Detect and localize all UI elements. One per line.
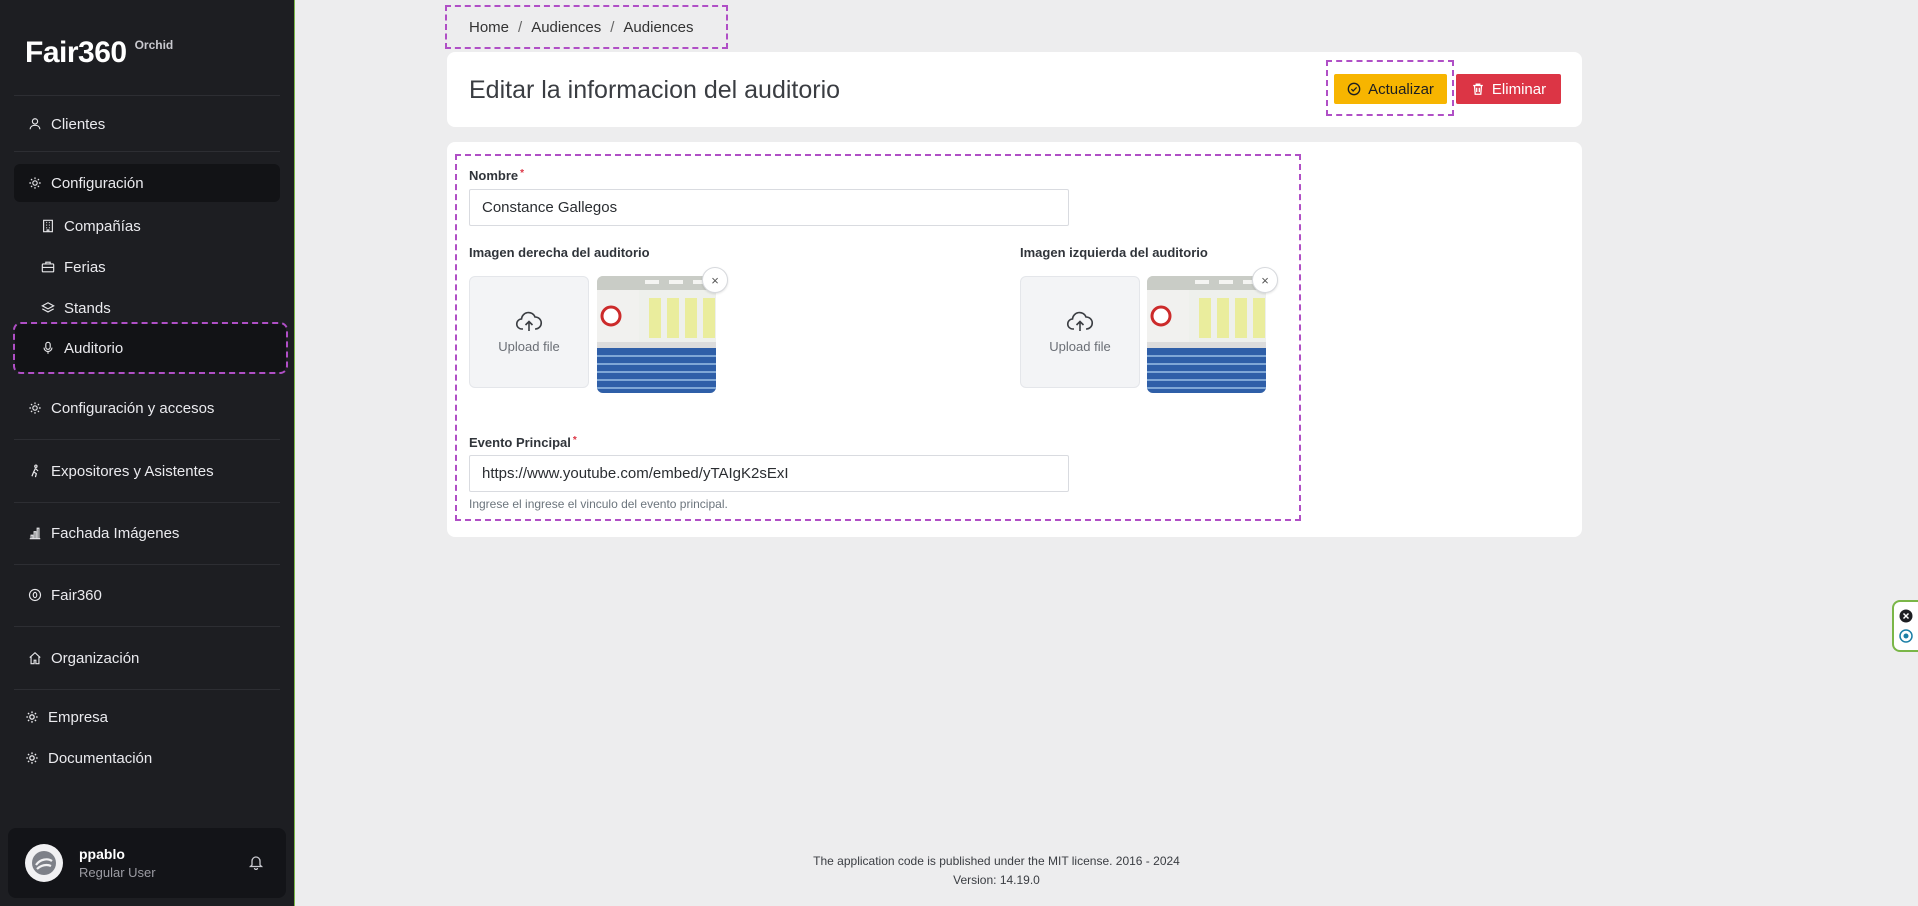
cloud-upload-icon: [515, 311, 543, 331]
breadcrumb-current: Audiences: [623, 18, 694, 36]
remove-right-image-button[interactable]: ×: [702, 267, 728, 293]
upload-right-button[interactable]: Upload file: [469, 276, 589, 388]
close-circle-icon[interactable]: [1899, 609, 1913, 623]
evento-input[interactable]: [469, 455, 1069, 492]
required-marker: *: [520, 168, 525, 179]
evento-label: Evento Principal *: [469, 435, 577, 450]
sidebar-item-configuracion[interactable]: Configuración: [14, 164, 280, 202]
sidebar-item-label: Fachada Imágenes: [51, 524, 180, 542]
img-right-label: Imagen derecha del auditorio: [469, 245, 650, 260]
sidebar-item-clientes[interactable]: Clientes: [14, 105, 280, 143]
page-header: Editar la informacion del auditorio Actu…: [447, 52, 1582, 127]
breadcrumb: Home / Audiences / Audiences: [445, 5, 728, 49]
auditorium-left-image: [1147, 276, 1266, 393]
brand-logo[interactable]: Fair360 Orchid: [25, 36, 173, 70]
sidebar-item-label: Stands: [64, 299, 111, 317]
sidebar-item-label: Organización: [51, 649, 140, 667]
gear-icon: [27, 175, 43, 191]
extension-widget[interactable]: [1892, 600, 1918, 652]
upload-label: Upload file: [498, 338, 560, 354]
briefcase-icon: [40, 259, 56, 275]
sidebar-item-label: Compañías: [64, 217, 141, 235]
upload-label: Upload file: [1049, 338, 1111, 354]
update-button-label: Actualizar: [1368, 80, 1434, 98]
sidebar-item-ferias[interactable]: Ferias: [24, 248, 280, 286]
extension-logo-icon[interactable]: [1899, 629, 1913, 644]
person-icon: [27, 116, 43, 132]
sidebar-item-auditorio[interactable]: Auditorio: [13, 322, 288, 374]
sidebar-item-configuracion-accesos[interactable]: Configuración y accesos: [14, 389, 280, 427]
sidebar-item-label: Documentación: [48, 749, 153, 767]
bell-icon[interactable]: [248, 854, 264, 875]
circle-zero-icon: [27, 587, 43, 603]
nombre-label-text: Nombre: [469, 168, 519, 183]
required-marker: *: [572, 435, 577, 446]
walking-icon: [27, 463, 43, 479]
img-left-label: Imagen izquierda del auditorio: [1020, 245, 1208, 260]
user-role: Regular User: [79, 865, 156, 880]
footer: The application code is published under …: [295, 852, 1918, 890]
divider: [14, 564, 280, 565]
update-button[interactable]: Actualizar: [1334, 74, 1447, 104]
page-title: Editar la informacion del auditorio: [469, 76, 841, 104]
breadcrumb-audiences[interactable]: Audiences: [531, 19, 601, 36]
microphone-icon: [40, 340, 56, 356]
layers-icon: [40, 300, 56, 316]
sidebar-item-label: Clientes: [51, 115, 106, 133]
user-profile[interactable]: ppablo Regular User: [8, 828, 286, 898]
cloud-upload-icon: [1066, 311, 1094, 331]
user-name: ppablo: [79, 846, 125, 862]
sidebar-item-label: Configuración y accesos: [51, 399, 215, 417]
gear-icon: [27, 400, 43, 416]
delete-button[interactable]: Eliminar: [1456, 74, 1561, 104]
brand-subtitle: Orchid: [134, 38, 174, 52]
delete-button-label: Eliminar: [1491, 80, 1547, 98]
bar-chart-icon: [27, 525, 43, 541]
license-text: The application code is published under …: [813, 854, 1180, 868]
home-icon: [27, 650, 43, 666]
sidebar-item-label: Configuración: [51, 174, 144, 192]
sidebar-item-empresa[interactable]: Empresa: [14, 698, 280, 736]
sidebar-item-fair360[interactable]: Fair360: [14, 576, 280, 614]
sidebar-item-label: Empresa: [48, 708, 109, 726]
upload-left-button[interactable]: Upload file: [1020, 276, 1140, 388]
breadcrumb-separator: /: [610, 18, 615, 36]
evento-label-text: Evento Principal: [469, 435, 571, 450]
avatar: [25, 844, 63, 882]
sidebar-item-label: Ferias: [64, 258, 106, 276]
nombre-input[interactable]: [469, 189, 1069, 226]
divider: [14, 626, 280, 627]
divider: [14, 95, 280, 96]
sidebar-item-documentacion[interactable]: Documentación: [14, 739, 280, 777]
sidebar-item-companias[interactable]: Compañías: [24, 207, 280, 245]
sidebar-item-label: Auditorio: [64, 339, 124, 357]
trash-icon: [1473, 83, 1483, 95]
divider: [14, 502, 280, 503]
nombre-label: Nombre *: [469, 168, 524, 183]
check-circle-icon: [1347, 82, 1361, 96]
sidebar-item-label: Expositores y Asistentes: [51, 462, 214, 480]
sidebar-item-organizacion[interactable]: Organización: [14, 639, 280, 677]
breadcrumb-home[interactable]: Home: [469, 19, 509, 36]
gear-icon: [24, 709, 40, 725]
evento-help-text: Ingrese el ingrese el vinculo del evento…: [469, 497, 728, 511]
breadcrumb-separator: /: [518, 18, 523, 36]
sidebar-item-label: Fair360: [51, 586, 102, 604]
sidebar-item-expositores[interactable]: Expositores y Asistentes: [14, 452, 280, 490]
building-icon: [40, 218, 56, 234]
auditorium-right-image: [597, 276, 716, 393]
divider: [14, 689, 280, 690]
sidebar: Fair360 Orchid Clientes Configuración Co…: [0, 0, 295, 906]
version-text: Version: 14.19.0: [953, 873, 1040, 887]
brand-name: Fair360: [25, 36, 127, 69]
divider: [14, 151, 280, 152]
divider: [14, 439, 280, 440]
gear-icon: [24, 750, 40, 766]
remove-left-image-button[interactable]: ×: [1252, 267, 1278, 293]
sidebar-item-fachada[interactable]: Fachada Imágenes: [14, 514, 280, 552]
sidebar-item-stands[interactable]: Stands: [24, 289, 280, 327]
form-card: Nombre* Imagen derecha del auditorio Upl…: [447, 142, 1582, 537]
